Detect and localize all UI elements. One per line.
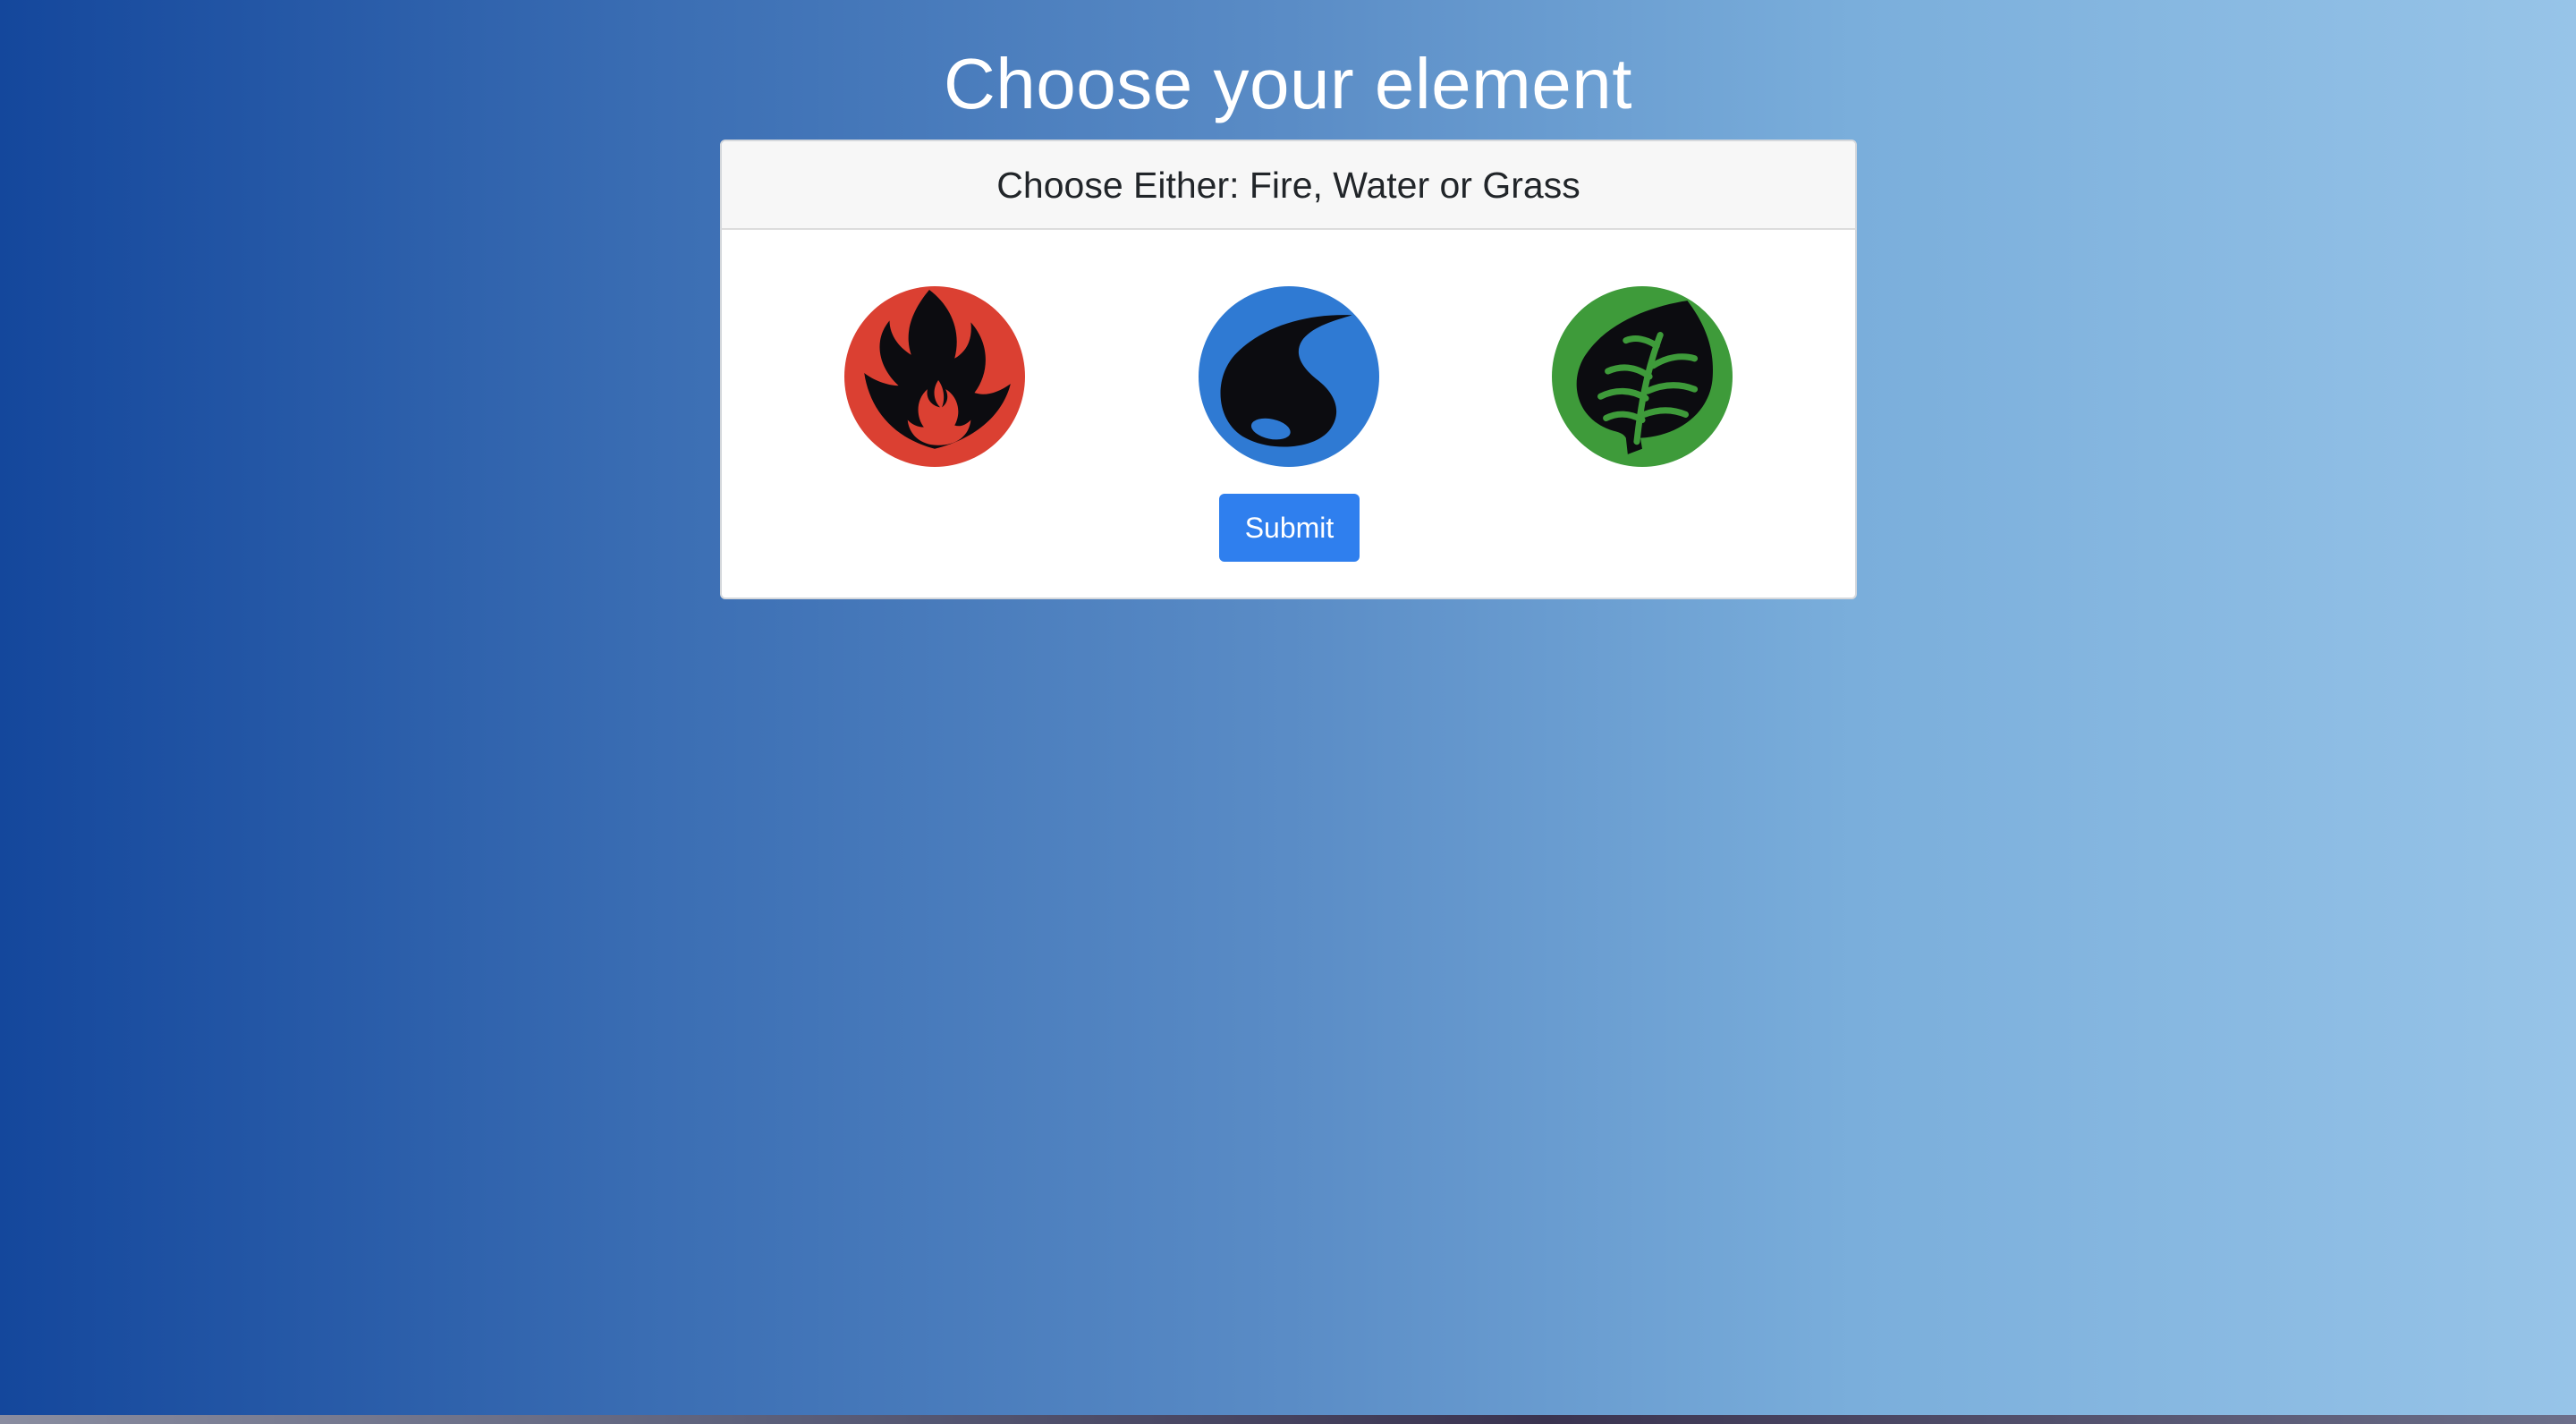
fire-energy-icon <box>844 286 1025 467</box>
element-selection-card: Choose Either: Fire, Water or Grass Subm… <box>720 140 1857 599</box>
page-title: Choose your element <box>944 44 1632 123</box>
fire-element-option[interactable] <box>844 286 1025 467</box>
desktop-wallpaper-strip <box>0 1415 2576 1424</box>
water-element-option[interactable] <box>1199 286 1379 467</box>
card-header: Choose Either: Fire, Water or Grass <box>722 141 1855 230</box>
grass-energy-icon <box>1552 286 1733 467</box>
submit-button[interactable]: Submit <box>1219 494 1360 562</box>
water-energy-icon <box>1199 286 1379 467</box>
grass-element-option[interactable] <box>1552 286 1733 467</box>
